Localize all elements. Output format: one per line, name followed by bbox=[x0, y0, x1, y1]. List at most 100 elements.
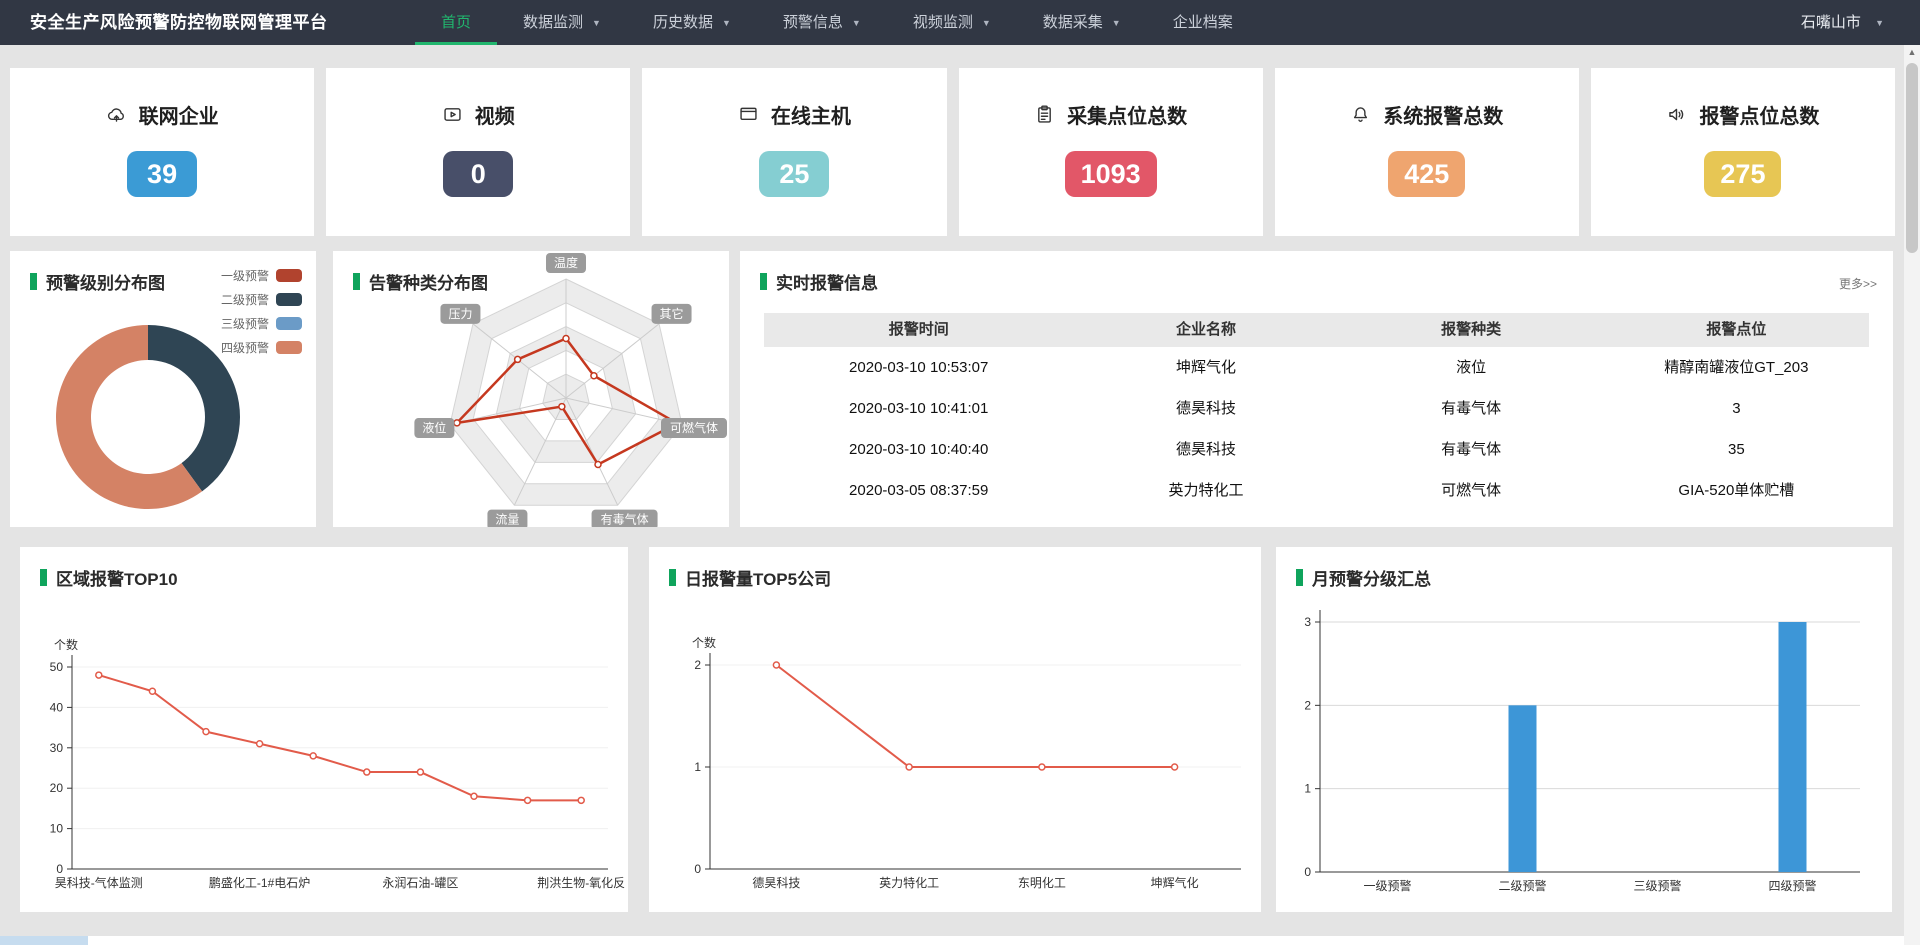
top-nav: 安全生产风险预警防控物联网管理平台 首页数据监测▼历史数据▼预警信息▼视频监测▼… bbox=[0, 0, 1920, 45]
nav-item-数据采集[interactable]: 数据采集▼ bbox=[1017, 0, 1147, 42]
svg-text:2: 2 bbox=[694, 658, 701, 672]
more-link[interactable]: 更多>> bbox=[1839, 275, 1877, 292]
table-row[interactable]: 2020-03-10 10:40:40德昊科技有毒气体35 bbox=[764, 429, 1869, 470]
svg-text:30: 30 bbox=[50, 741, 64, 755]
table-header-row: 报警时间企业名称报警种类报警点位 bbox=[764, 313, 1869, 347]
radar-axis-label: 温度 bbox=[546, 253, 586, 273]
panel-title: 告警种类分布图 bbox=[353, 269, 488, 294]
table-cell: 2020-03-10 10:40:40 bbox=[764, 429, 1073, 470]
table-cell: 德昊科技 bbox=[1073, 388, 1338, 429]
stat-label-text: 视频 bbox=[475, 100, 515, 129]
svg-text:荆洪生物-氧化反: 荆洪生物-氧化反 bbox=[537, 876, 625, 890]
stat-card-3[interactable]: 在线主机 25 bbox=[642, 68, 946, 236]
bottom-panel-peek bbox=[0, 936, 1904, 945]
stat-label: 系统报警总数 bbox=[1275, 100, 1579, 129]
region-top10-chart: 01020304050个数昊科技-气体监测鹏盛化工-1#电石炉永润石油-罐区荆洪… bbox=[20, 547, 628, 912]
svg-text:二级预警: 二级预警 bbox=[1498, 878, 1546, 893]
panel-title: 预警级别分布图 bbox=[30, 269, 165, 294]
radar-axis-label: 其它 bbox=[652, 304, 692, 324]
svg-text:40: 40 bbox=[50, 700, 64, 714]
table-cell: 2020-03-10 10:41:01 bbox=[764, 388, 1073, 429]
bottom-left-peek bbox=[0, 936, 88, 945]
scrollbar-thumb[interactable] bbox=[1906, 63, 1918, 253]
app-title: 安全生产风险预警防控物联网管理平台 bbox=[30, 0, 328, 45]
nav-item-数据监测[interactable]: 数据监测▼ bbox=[497, 0, 627, 42]
svg-text:英力特化工: 英力特化工 bbox=[879, 875, 939, 890]
table-cell: 有毒气体 bbox=[1339, 388, 1604, 429]
svg-text:个数: 个数 bbox=[692, 635, 716, 650]
nav-item-企业档案[interactable]: 企业档案 bbox=[1147, 0, 1259, 42]
stat-card-1[interactable]: 联网企业39 bbox=[10, 68, 314, 236]
stat-label: 在线主机 bbox=[642, 100, 946, 129]
chevron-down-icon: ▼ bbox=[592, 18, 601, 28]
stat-label: 报警点位总数 bbox=[1591, 100, 1895, 129]
stat-card-6[interactable]: 报警点位总数275 bbox=[1591, 68, 1895, 236]
region-selector[interactable]: 石嘴山市 ▼ bbox=[1801, 0, 1884, 46]
scrollbar[interactable]: ▲ bbox=[1904, 45, 1920, 945]
panel-realtime-alarms: 实时报警信息 更多>> 报警时间企业名称报警种类报警点位2020-03-10 1… bbox=[740, 251, 1893, 527]
stat-card-4[interactable]: 采集点位总数1093 bbox=[959, 68, 1263, 236]
nav-item-视频监测[interactable]: 视频监测▼ bbox=[887, 0, 1017, 42]
legend-item-三级预警[interactable]: 三级预警 bbox=[221, 315, 302, 332]
stat-card-5[interactable]: 系统报警总数425 bbox=[1275, 68, 1579, 236]
table-header-cell: 报警种类 bbox=[1339, 313, 1604, 347]
table-row[interactable]: 2020-03-10 10:53:07坤辉气化液位精醇南罐液位GT_203 bbox=[764, 347, 1869, 388]
legend-item-一级预警[interactable]: 一级预警 bbox=[221, 267, 302, 284]
svg-text:鹏盛化工-1#电石炉: 鹏盛化工-1#电石炉 bbox=[209, 875, 310, 890]
monitor-icon bbox=[738, 104, 759, 125]
table-row[interactable]: 2020-03-10 10:41:01德昊科技有毒气体3 bbox=[764, 388, 1869, 429]
svg-text:昊科技-气体监测: 昊科技-气体监测 bbox=[55, 875, 143, 890]
clipboard-icon bbox=[1034, 104, 1055, 125]
table-row[interactable]: 2020-03-05 08:37:59英力特化工可燃气体GIA-520单体贮槽 bbox=[764, 470, 1869, 511]
svg-text:德昊科技: 德昊科技 bbox=[752, 875, 800, 890]
nav-item-首页[interactable]: 首页 bbox=[415, 0, 497, 45]
table-cell: 精醇南罐液位GT_203 bbox=[1604, 347, 1869, 388]
svg-text:坤辉气化: 坤辉气化 bbox=[1151, 875, 1199, 890]
stats-row: 联网企业39视频0在线主机25采集点位总数1093系统报警总数425报警点位总数… bbox=[10, 68, 1895, 236]
legend-swatch bbox=[276, 317, 302, 330]
svg-text:20: 20 bbox=[50, 781, 64, 795]
cloud-upload-icon bbox=[106, 104, 127, 125]
panel-region-top10: 区域报警TOP10 01020304050个数昊科技-气体监测鹏盛化工-1#电石… bbox=[20, 547, 628, 912]
nav-item-预警信息[interactable]: 预警信息▼ bbox=[757, 0, 887, 42]
stat-card-2[interactable]: 视频0 bbox=[326, 68, 630, 236]
radar-axis-label: 有毒气体 bbox=[592, 510, 658, 527]
svg-text:压力: 压力 bbox=[448, 307, 472, 321]
speaker-icon bbox=[1666, 104, 1687, 125]
legend-label: 一级预警 bbox=[221, 267, 269, 284]
stat-value-badge: 39 bbox=[127, 151, 197, 197]
legend-item-二级预警[interactable]: 二级预警 bbox=[221, 291, 302, 308]
legend-swatch bbox=[276, 293, 302, 306]
table-cell: 液位 bbox=[1339, 347, 1604, 388]
legend-label: 三级预警 bbox=[221, 315, 269, 332]
svg-text:流量: 流量 bbox=[495, 513, 519, 527]
pie-legend: 一级预警二级预警三级预警四级预警 bbox=[221, 267, 302, 356]
scroll-up-icon[interactable]: ▲ bbox=[1904, 47, 1920, 57]
table-header-cell: 报警时间 bbox=[764, 313, 1073, 347]
stat-label-text: 系统报警总数 bbox=[1383, 100, 1503, 129]
stat-label-text: 报警点位总数 bbox=[1699, 100, 1819, 129]
realtime-alarm-table: 报警时间企业名称报警种类报警点位2020-03-10 10:53:07坤辉气化液… bbox=[764, 313, 1869, 511]
svg-text:有毒气体: 有毒气体 bbox=[601, 512, 649, 527]
legend-swatch bbox=[276, 341, 302, 354]
chevron-down-icon: ▼ bbox=[852, 18, 861, 28]
table-cell: 35 bbox=[1604, 429, 1869, 470]
title-marker bbox=[353, 273, 360, 290]
video-icon bbox=[442, 104, 463, 125]
svg-text:三级预警: 三级预警 bbox=[1633, 878, 1681, 893]
nav-item-历史数据[interactable]: 历史数据▼ bbox=[627, 0, 757, 42]
legend-item-四级预警[interactable]: 四级预警 bbox=[221, 339, 302, 356]
stat-label-text: 在线主机 bbox=[771, 100, 851, 129]
title-marker bbox=[30, 273, 37, 290]
chevron-down-icon: ▼ bbox=[982, 18, 991, 28]
stat-value-badge: 25 bbox=[759, 151, 829, 197]
region-label: 石嘴山市 bbox=[1801, 14, 1861, 31]
stat-label: 采集点位总数 bbox=[959, 100, 1263, 129]
stat-label-text: 采集点位总数 bbox=[1067, 100, 1187, 129]
table-cell: 3 bbox=[1604, 388, 1869, 429]
nav-item-label: 企业档案 bbox=[1173, 14, 1233, 31]
svg-text:50: 50 bbox=[50, 660, 64, 674]
table-cell: GIA-520单体贮槽 bbox=[1604, 470, 1869, 511]
svg-text:3: 3 bbox=[1304, 615, 1311, 629]
nav-item-label: 数据采集 bbox=[1043, 14, 1103, 31]
